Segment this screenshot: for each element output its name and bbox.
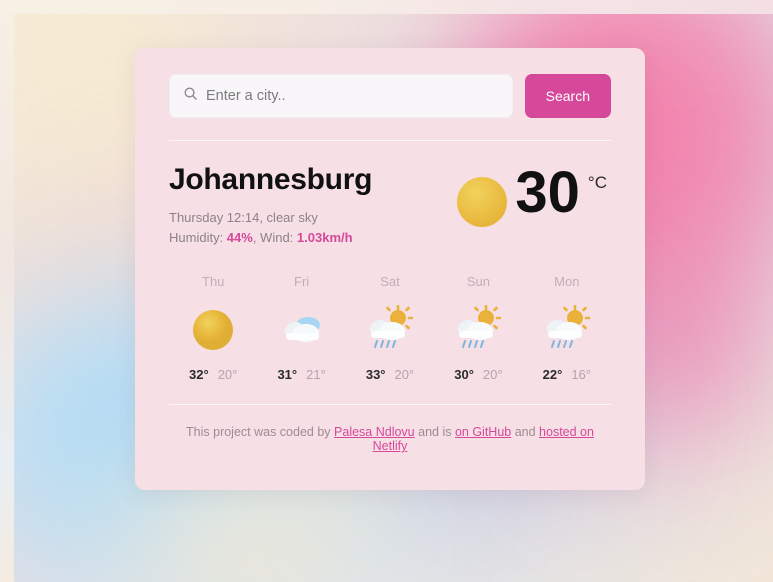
forecast-day-label: Thu xyxy=(202,274,225,290)
sun-rain-cloud-icon xyxy=(346,303,434,357)
forecast-min: 20° xyxy=(394,367,415,383)
divider-bottom xyxy=(169,404,611,406)
forecast-max: 32° xyxy=(189,367,209,383)
current-temperature: 30 xyxy=(515,160,580,225)
forecast-day-label: Sun xyxy=(466,274,490,290)
forecast-day-4: Mon 22° 16° xyxy=(523,274,611,382)
wind-label: , Wind: xyxy=(252,230,297,246)
forecast-temps: 30° 20° xyxy=(434,367,522,382)
sun-icon xyxy=(169,303,257,357)
forecast-temps: 31° 21° xyxy=(257,367,345,382)
datetime-description: Thursday 12:14, clear sky xyxy=(169,210,318,225)
sun-rain-cloud-icon xyxy=(434,303,522,357)
app-background: Search Johannesburg Thursday 12:14, clea… xyxy=(0,0,773,582)
forecast-min: 16° xyxy=(571,367,591,383)
github-link[interactable]: on GitHub xyxy=(455,425,511,439)
footer: This project was coded by Palesa Ndlovu … xyxy=(169,425,611,453)
forecast-max: 22° xyxy=(542,367,563,383)
forecast-day-0: Thu 32° 20° xyxy=(169,274,257,382)
humidity-wind-line: Humidity: 44%, Wind: 1.03km/h xyxy=(169,228,372,248)
forecast-temps: 33° 20° xyxy=(346,367,434,382)
humidity-value: 44% xyxy=(226,230,253,246)
forecast-min: 21° xyxy=(306,367,326,383)
forecast-day-label: Mon xyxy=(554,274,580,290)
forecast-row: Thu 32° 20° Fri 31° 21° Sat 33° 20° Sun … xyxy=(169,274,611,382)
search-input-wrapper[interactable] xyxy=(169,74,513,118)
current-weather-meta: Thursday 12:14, clear sky Humidity: 44%,… xyxy=(169,208,372,248)
author-link[interactable]: Palesa Ndlovu xyxy=(334,425,415,439)
temperature-unit[interactable]: °C xyxy=(588,173,607,193)
current-temperature-block: 30 °C xyxy=(457,160,611,227)
forecast-max: 31° xyxy=(277,367,298,383)
forecast-max: 30° xyxy=(454,367,474,383)
forecast-min: 20° xyxy=(217,367,238,383)
forecast-day-label: Sat xyxy=(380,274,400,290)
search-form: Search xyxy=(169,74,611,118)
footer-text-start: This project was coded by xyxy=(186,425,335,440)
forecast-temps: 22° 16° xyxy=(523,367,611,382)
forecast-day-label: Fri xyxy=(294,274,310,290)
forecast-temps: 32° 20° xyxy=(169,367,257,382)
weather-card: Search Johannesburg Thursday 12:14, clea… xyxy=(135,48,645,490)
forecast-min: 20° xyxy=(482,367,503,383)
footer-text-and: and xyxy=(511,425,540,440)
forecast-day-2: Sat 33° 20° xyxy=(346,274,434,382)
forecast-max: 33° xyxy=(365,367,386,383)
search-input[interactable] xyxy=(206,88,499,104)
frame-border-left xyxy=(0,0,14,582)
current-weather-info: Johannesburg Thursday 12:14, clear sky H… xyxy=(169,163,372,248)
divider-top xyxy=(169,140,611,141)
wind-value: 1.03km/h xyxy=(296,230,353,246)
frame-border-top xyxy=(0,0,773,14)
footer-text-mid: and is xyxy=(414,425,455,440)
city-name: Johannesburg xyxy=(169,163,373,196)
forecast-day-3: Sun 30° 20° xyxy=(434,274,522,382)
forecast-day-1: Fri 31° 21° xyxy=(257,274,345,382)
sun-rain-cloud-icon xyxy=(523,303,611,357)
humidity-label: Humidity: xyxy=(169,230,227,246)
search-icon xyxy=(183,86,198,106)
cloud-icon xyxy=(257,303,345,357)
sun-icon xyxy=(457,177,508,227)
current-weather: Johannesburg Thursday 12:14, clear sky H… xyxy=(169,163,611,248)
search-button[interactable]: Search xyxy=(524,74,611,118)
